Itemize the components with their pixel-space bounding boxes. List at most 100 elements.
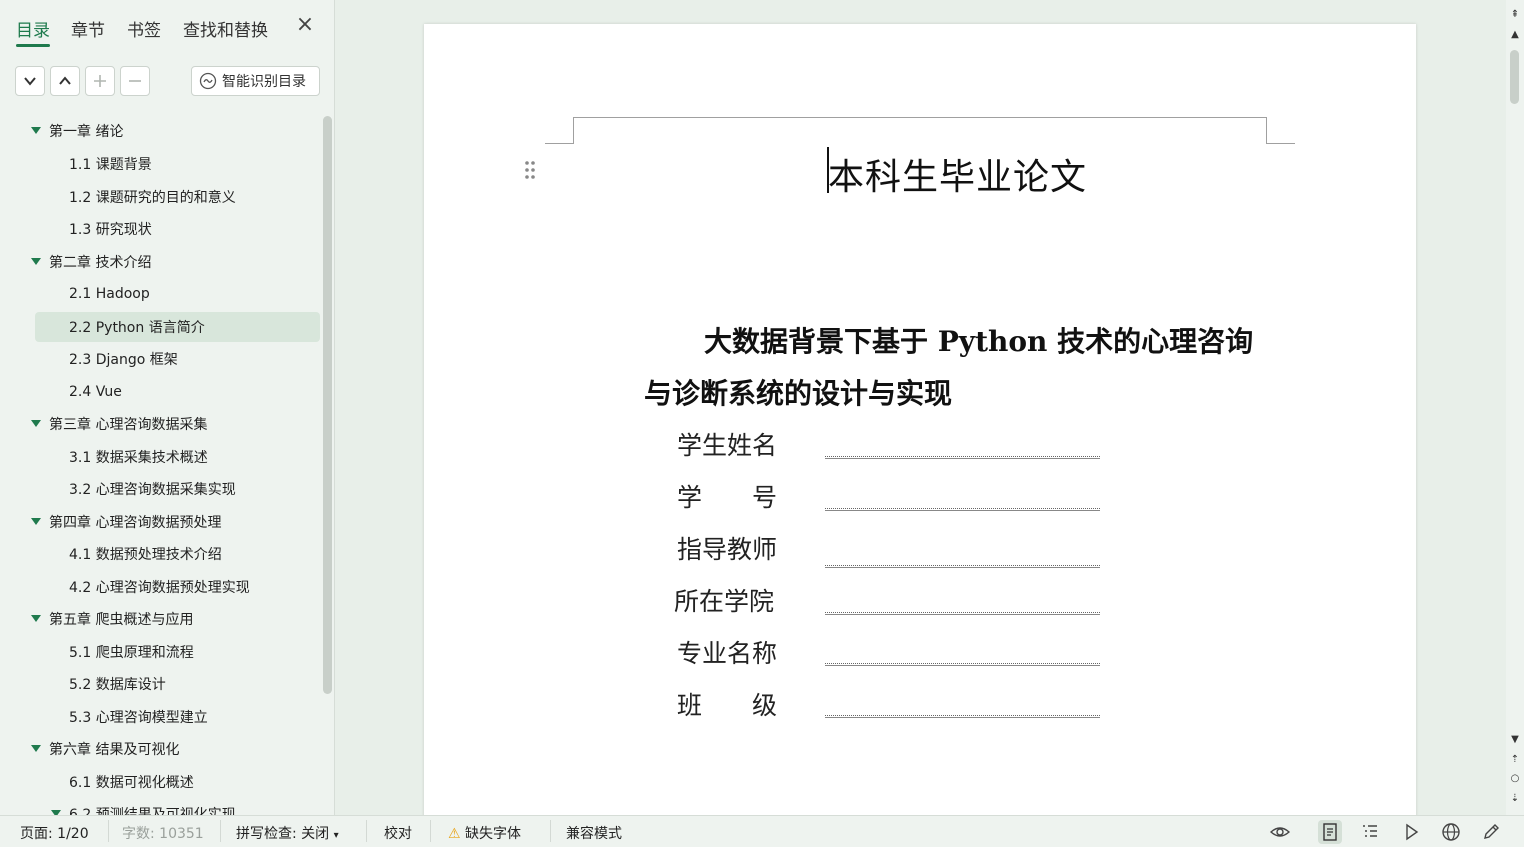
expand-triangle-icon[interactable] bbox=[31, 127, 41, 134]
toc-item[interactable]: 1.3 研究现状 bbox=[0, 214, 320, 244]
toc-item[interactable]: 1.1 课题背景 bbox=[0, 149, 320, 179]
toc-item[interactable]: 第三章 心理咨询数据采集 bbox=[0, 409, 320, 439]
toc-item-label: 3.2 心理咨询数据采集实现 bbox=[69, 482, 236, 498]
toc-item-label: 4.1 数据预处理技术介绍 bbox=[69, 547, 222, 563]
outline-view-icon[interactable] bbox=[1358, 820, 1382, 844]
remove-item-button[interactable] bbox=[120, 66, 150, 96]
toc-item[interactable]: 3.2 心理咨询数据采集实现 bbox=[0, 474, 320, 504]
play-icon[interactable] bbox=[1399, 820, 1423, 844]
field-label-class: 班 级 bbox=[677, 691, 778, 720]
chevron-up-icon bbox=[59, 76, 71, 85]
scroll-thumb[interactable] bbox=[1510, 50, 1519, 104]
select-browse-icon[interactable]: ○ bbox=[1509, 774, 1521, 784]
toc-item[interactable]: 5.2 数据库设计 bbox=[0, 669, 320, 699]
toc-item[interactable]: 3.1 数据采集技术概述 bbox=[0, 442, 320, 472]
pen-icon[interactable] bbox=[1479, 820, 1503, 844]
toc-item[interactable]: 第四章 心理咨询数据预处理 bbox=[0, 507, 320, 537]
tab-toc[interactable]: 目录 bbox=[16, 16, 50, 47]
field-line[interactable] bbox=[825, 456, 1100, 459]
toc-item[interactable]: 5.3 心理咨询模型建立 bbox=[0, 702, 320, 732]
thesis-title-line-1: 大数据背景下基于 Python 技术的心理咨询 bbox=[704, 325, 1254, 358]
toc-item[interactable]: 第五章 爬虫概述与应用 bbox=[0, 604, 320, 634]
expand-triangle-icon[interactable] bbox=[31, 420, 41, 427]
expand-triangle-icon[interactable] bbox=[31, 258, 41, 265]
toc-item[interactable]: 6.1 数据可视化概述 bbox=[0, 767, 320, 797]
toc-item-label: 第六章 结果及可视化 bbox=[49, 742, 180, 758]
toc-item-label: 第四章 心理咨询数据预处理 bbox=[49, 515, 222, 531]
chevron-down-icon bbox=[24, 77, 36, 86]
toc-item[interactable]: 2.3 Django 框架 bbox=[0, 344, 320, 374]
sidebar: 目录 章节 书签 查找和替换 × 智能识别目录 第一章 绪论 1.1 课题背景 … bbox=[0, 0, 335, 815]
toc-item[interactable]: 5.1 爬虫原理和流程 bbox=[0, 637, 320, 667]
field-line[interactable] bbox=[825, 663, 1100, 666]
toc-item-label: 2.3 Django 框架 bbox=[69, 352, 178, 368]
toc-item-label: 2.4 Vue bbox=[69, 384, 122, 400]
tab-bookmarks[interactable]: 书签 bbox=[127, 16, 161, 41]
smart-recognize-toc-button[interactable]: 智能识别目录 bbox=[191, 66, 320, 96]
document-page[interactable]: 本科生毕业论文 大数据背景下基于 Python 技术的心理咨询 与诊断系统的设计… bbox=[424, 24, 1416, 815]
field-label-student-name: 学生姓名 bbox=[677, 431, 778, 460]
toc-item[interactable]: 1.2 课题研究的目的和意义 bbox=[0, 182, 320, 212]
field-label-advisor: 指导教师 bbox=[677, 535, 778, 564]
toc-item[interactable]: 第六章 结果及可视化 bbox=[0, 734, 320, 764]
close-icon[interactable]: × bbox=[294, 14, 316, 36]
page-view-icon[interactable] bbox=[1318, 820, 1342, 844]
scroll-down-icon[interactable]: ▼ bbox=[1509, 735, 1521, 745]
toc-item[interactable]: 2.1 Hadoop bbox=[0, 279, 320, 309]
field-line[interactable] bbox=[825, 715, 1100, 718]
spell-check-toggle[interactable]: 拼写检查: 关闭 ▾ bbox=[236, 823, 339, 843]
missing-fonts-label: 缺失字体 bbox=[465, 826, 522, 842]
eye-protection-icon[interactable] bbox=[1268, 820, 1292, 844]
spell-check-label: 拼写检查: 关闭 bbox=[236, 826, 330, 842]
field-line[interactable] bbox=[825, 508, 1100, 511]
next-page-icon[interactable]: ⇣ bbox=[1509, 794, 1521, 804]
scroll-up-icon[interactable]: ▲ bbox=[1509, 30, 1521, 40]
scroll-top-icon[interactable]: ⇞ bbox=[1509, 10, 1521, 20]
divider bbox=[550, 820, 551, 842]
add-item-button[interactable] bbox=[85, 66, 115, 96]
toc-item[interactable]: 4.1 数据预处理技术介绍 bbox=[0, 539, 320, 569]
toc-toolbar: 智能识别目录 bbox=[0, 66, 335, 100]
toc-tree: 第一章 绪论 1.1 课题背景 1.2 课题研究的目的和意义 1.3 研究现状 … bbox=[0, 116, 320, 815]
proofread-button[interactable]: 校对 bbox=[384, 823, 412, 843]
expand-triangle-icon[interactable] bbox=[31, 518, 41, 525]
toc-scrollbar[interactable] bbox=[323, 116, 332, 694]
toc-item[interactable]: 2.4 Vue bbox=[0, 377, 320, 407]
drag-handle-icon[interactable] bbox=[524, 160, 536, 180]
field-line[interactable] bbox=[825, 612, 1100, 615]
vertical-scrollbar[interactable]: ⇞ ▲ ▼ ⇡ ○ ⇣ bbox=[1506, 0, 1524, 815]
word-count[interactable]: 字数: 10351 bbox=[122, 823, 204, 843]
divider bbox=[220, 820, 221, 842]
toc-item-label: 1.3 研究现状 bbox=[69, 222, 152, 238]
divider bbox=[108, 820, 109, 842]
tab-chapters[interactable]: 章节 bbox=[71, 16, 105, 41]
smart-recognize-label: 智能识别目录 bbox=[222, 74, 306, 90]
missing-fonts-button[interactable]: ⚠ 缺失字体 bbox=[448, 823, 521, 843]
toc-item-label: 1.1 课题背景 bbox=[69, 157, 152, 173]
crop-mark bbox=[545, 143, 574, 144]
field-label-major: 专业名称 bbox=[677, 639, 778, 668]
warning-icon: ⚠ bbox=[448, 826, 461, 842]
expand-button[interactable] bbox=[50, 66, 80, 96]
thesis-title-line-2: 与诊断系统的设计与实现 bbox=[644, 377, 953, 410]
collapse-button[interactable] bbox=[15, 66, 45, 96]
prev-page-icon[interactable]: ⇡ bbox=[1509, 755, 1521, 765]
toc-item[interactable]: 6.2 预测结果及可视化实现 bbox=[0, 799, 320, 815]
ai-recognize-icon bbox=[199, 72, 217, 90]
tab-find-replace[interactable]: 查找和替换 bbox=[183, 16, 268, 41]
compat-mode-label[interactable]: 兼容模式 bbox=[566, 823, 622, 843]
sidebar-tabs: 目录 章节 书签 查找和替换 × bbox=[0, 0, 335, 56]
crop-mark bbox=[1266, 117, 1267, 144]
toc-item-selected[interactable]: 2.2 Python 语言简介 bbox=[35, 312, 320, 342]
plus-icon bbox=[94, 75, 106, 87]
web-view-icon[interactable] bbox=[1439, 820, 1463, 844]
field-line[interactable] bbox=[825, 565, 1100, 568]
page-indicator[interactable]: 页面: 1/20 bbox=[20, 823, 89, 843]
header-line bbox=[573, 117, 1267, 118]
minus-icon bbox=[129, 80, 141, 82]
toc-item[interactable]: 第一章 绪论 bbox=[0, 116, 320, 146]
expand-triangle-icon[interactable] bbox=[31, 745, 41, 752]
toc-item[interactable]: 第二章 技术介绍 bbox=[0, 247, 320, 277]
expand-triangle-icon[interactable] bbox=[31, 615, 41, 622]
toc-item[interactable]: 4.2 心理咨询数据预处理实现 bbox=[0, 572, 320, 602]
